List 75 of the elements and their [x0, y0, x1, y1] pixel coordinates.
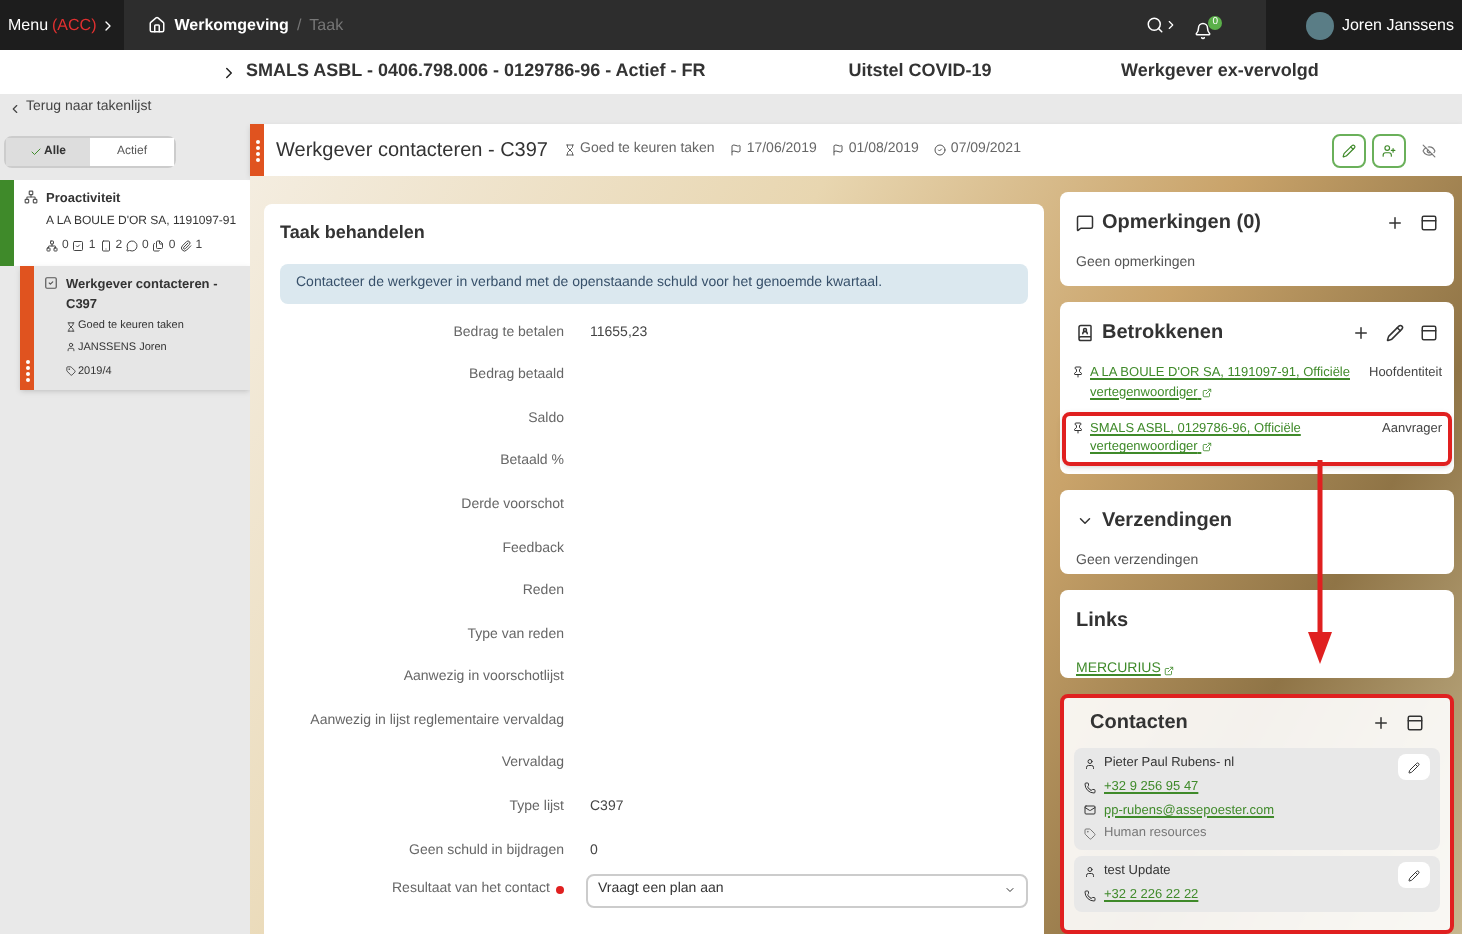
breadcrumb-separator: /: [296, 13, 302, 37]
flag-icon: [832, 144, 845, 156]
edit-button[interactable]: [1386, 324, 1404, 342]
hourglass-icon: [66, 321, 76, 332]
panel-title: Opmerkingen (0): [1102, 210, 1261, 238]
pencil-icon: [1408, 869, 1420, 881]
collapse-button[interactable]: [1420, 324, 1438, 342]
task-header-title: Werkgever contacteren - C397: [276, 137, 548, 165]
files-icon: [152, 240, 165, 253]
checkbox-icon: [72, 240, 85, 253]
hierarchy-icon: [46, 240, 58, 253]
add-button[interactable]: [1372, 714, 1390, 732]
search-icon: [1146, 16, 1165, 34]
pin-icon: [1072, 421, 1084, 433]
entity-tag: Werkgever ex-vervolgd: [1070, 58, 1370, 86]
user-avatar: [1305, 11, 1334, 39]
form-title: Taak behandelen: [280, 220, 427, 246]
pencil-icon: [1386, 324, 1404, 342]
check-icon: [29, 146, 42, 158]
external-link-icon: [1201, 387, 1212, 398]
search-button[interactable]: [1146, 16, 1179, 34]
tag-icon: [66, 366, 76, 377]
check-circle-icon: [934, 144, 947, 156]
collapse-button[interactable]: [1406, 714, 1424, 732]
paperclip-icon: [179, 240, 192, 253]
window-icon: [1420, 214, 1438, 232]
user-icon: [1084, 757, 1096, 770]
user-icon: [1084, 865, 1096, 878]
chevron-right-icon: [220, 63, 238, 81]
flag-icon: [730, 144, 743, 156]
bell-icon: [1194, 22, 1213, 40]
assign-user-button[interactable]: [1372, 133, 1406, 167]
entity-title: SMALS ASBL - 0406.798.006 - 0129786-96 - Actief - FR: [246, 58, 706, 85]
collapse-button[interactable]: [1420, 214, 1438, 232]
user-icon: [66, 342, 76, 353]
external-link-icon: [1164, 665, 1175, 676]
menu-button[interactable]: Menu (ACC): [0, 0, 125, 50]
plus-icon: [1352, 324, 1370, 342]
edit-contact-button[interactable]: [1398, 754, 1430, 780]
contact-book-icon: [1076, 324, 1094, 342]
pencil-icon: [1342, 143, 1356, 157]
chevron-right-icon: [1164, 18, 1179, 32]
tag-icon: [1084, 828, 1096, 841]
hierarchy-icon: [24, 190, 38, 204]
add-button[interactable]: [1352, 324, 1370, 342]
edit-contact-button[interactable]: [1398, 862, 1430, 888]
external-link-icon: [1201, 442, 1212, 453]
plus-icon: [1372, 714, 1390, 732]
mail-icon: [1084, 804, 1096, 817]
pin-icon: [1072, 366, 1084, 378]
chevron-down-icon: [1076, 512, 1094, 530]
window-icon: [1420, 324, 1438, 342]
phone-icon: [1084, 781, 1096, 794]
drag-handle[interactable]: [250, 124, 264, 176]
chevron-left-icon: [8, 102, 22, 116]
pencil-icon: [1408, 761, 1420, 773]
comment-icon: [1076, 214, 1094, 232]
phone-icon: [99, 240, 112, 253]
hourglass-icon: [564, 144, 576, 156]
panel-title: Contacten: [1090, 710, 1188, 738]
chevron-down-icon: [1004, 884, 1016, 897]
home-icon: [148, 16, 167, 34]
user-plus-icon: [1382, 143, 1396, 157]
panel-title: Verzendingen: [1102, 508, 1233, 536]
comment-icon: [126, 240, 139, 253]
window-icon: [1406, 714, 1424, 732]
phone-icon: [1084, 889, 1096, 902]
panel-title: Links: [1076, 608, 1129, 636]
plus-icon: [1386, 214, 1404, 232]
checkbox-icon: [44, 275, 58, 290]
add-button[interactable]: [1386, 214, 1404, 232]
panel-title: Betrokkenen: [1102, 320, 1224, 348]
breadcrumb-link[interactable]: Werkomgeving: [174, 13, 289, 37]
entity-tag: Uitstel COVID-19: [770, 58, 1070, 86]
eye-off-icon: [1422, 143, 1436, 157]
